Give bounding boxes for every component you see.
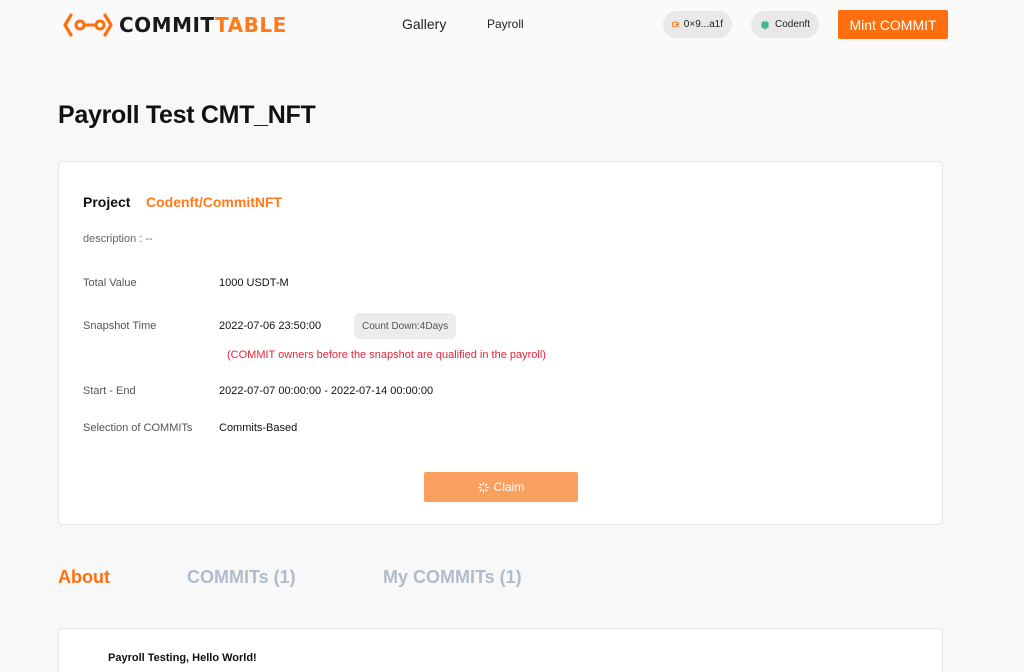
page-title: Payroll Test CMT_NFT [58,101,316,129]
wallet-button[interactable]: 0×9...a1f [663,11,732,38]
start-end-value: 2022-07-07 00:00:00 - 2022-07-14 00:00:0… [219,385,434,397]
logo[interactable]: COMMITTABLE [63,11,287,39]
about-text: Payroll Testing, Hello World! [108,652,257,664]
nav-payroll[interactable]: Payroll [487,17,524,31]
payroll-details-card: Project Codenft/CommitNFT description : … [58,161,943,525]
project-link[interactable]: Codenft/CommitNFT [146,194,282,210]
user-avatar-icon [761,20,769,29]
user-name: Codenft [774,19,810,30]
total-value-label: Total Value [83,277,137,289]
logo-text: COMMITTABLE [119,13,287,37]
project-label: Project [83,194,131,210]
selection-value: Commits-Based [219,422,298,434]
claim-button[interactable]: Claim [424,472,578,502]
top-header: COMMITTABLE Gallery Payroll 0×9...a1f Co… [0,0,1024,50]
countdown-badge: Count Down:4Days [354,313,457,339]
start-end-label: Start - End [83,385,136,397]
logo-icon [63,13,113,37]
total-value: 1000 USDT-M [219,277,289,289]
selection-label: Selection of COMMITs [83,422,193,434]
claim-label: Claim [493,480,525,494]
user-button[interactable]: Codenft [751,11,819,38]
snapshot-time-label: Snapshot Time [83,320,157,332]
loading-spinner-icon [477,481,489,493]
qualification-note: (COMMIT owners before the snapshot are q… [227,349,546,361]
wallet-icon [672,21,679,28]
snapshot-time-value: 2022-07-06 23:50:00 [219,320,322,332]
description: description : -- [83,233,153,245]
tab-my-commits[interactable]: My COMMITs (1) [383,567,522,588]
wallet-address: 0×9...a1f [683,19,723,30]
tab-about[interactable]: About [58,567,110,588]
mint-commit-button[interactable]: Mint COMMIT [838,10,948,39]
about-card: Payroll Testing, Hello World! [58,628,943,672]
nav-gallery[interactable]: Gallery [402,16,446,32]
tab-commits[interactable]: COMMITs (1) [187,567,296,588]
